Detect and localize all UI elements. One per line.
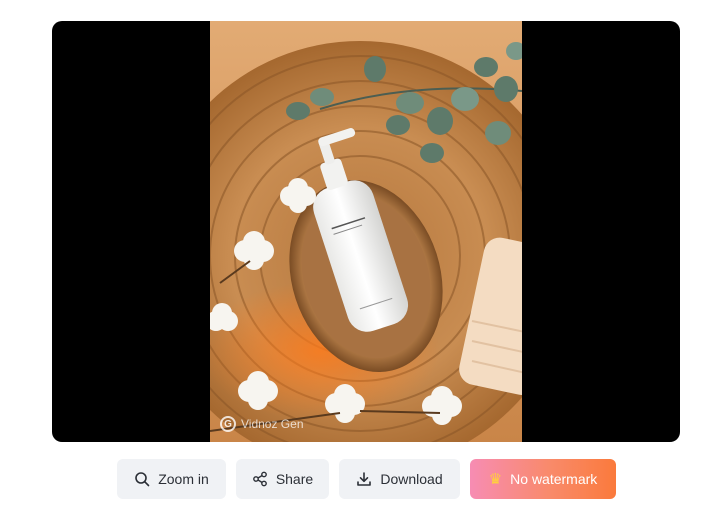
zoom-in-button[interactable]: Zoom in [117, 459, 226, 499]
watermark: G Vidnoz Gen [220, 416, 304, 432]
watermark-logo-icon: G [220, 416, 236, 432]
no-watermark-button[interactable]: ♛ No watermark [470, 459, 616, 499]
zoom-in-label: Zoom in [158, 471, 209, 487]
image-preview-frame: G Vidnoz Gen [52, 21, 680, 442]
download-arrow-icon [357, 472, 372, 486]
crown-icon: ♛ [488, 470, 503, 488]
share-label: Share [275, 471, 314, 487]
share-nodes-icon [252, 471, 267, 487]
magnifier-icon [135, 472, 150, 487]
product-photo-illustration [210, 41, 522, 442]
image-action-toolbar: Zoom in Share Download ♛ No watermark [0, 459, 726, 499]
generated-image: G Vidnoz Gen [210, 21, 522, 442]
watermark-text: Vidnoz Gen [241, 417, 304, 431]
share-button[interactable]: Share [236, 459, 329, 499]
no-watermark-label: No watermark [510, 471, 598, 487]
download-label: Download [380, 471, 443, 487]
download-button[interactable]: Download [339, 459, 460, 499]
